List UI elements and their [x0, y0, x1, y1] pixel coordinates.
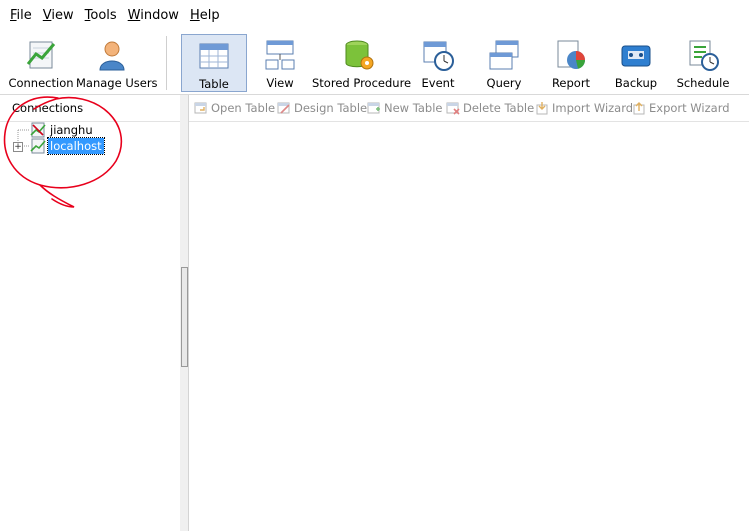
design-table-label: Design Table: [294, 101, 368, 115]
delete-table-button[interactable]: Delete Table: [446, 100, 534, 116]
object-list-area[interactable]: [189, 122, 749, 531]
export-wizard-button[interactable]: Export Wizard: [632, 100, 730, 116]
panel-splitter[interactable]: [180, 95, 189, 531]
event-clock-icon: [423, 41, 454, 71]
stored-procedure-label: Stored Procedure: [312, 76, 412, 90]
menu-tools[interactable]: Tools: [85, 0, 117, 32]
connection-icon: [30, 138, 46, 154]
table-icon: [199, 43, 229, 69]
connections-header: Connections: [0, 95, 180, 122]
database-gear-icon: [345, 40, 374, 70]
open-table-icon: [194, 102, 207, 114]
schedule-button[interactable]: Schedule: [674, 34, 732, 92]
export-wizard-label: Export Wizard: [649, 101, 730, 115]
backup-tape-icon: [621, 45, 651, 67]
main-toolbar: Connection Manage Users Table View Store…: [0, 32, 749, 95]
design-table-icon: [277, 102, 290, 114]
expand-toggle[interactable]: +: [13, 142, 23, 152]
schedule-label: Schedule: [676, 76, 730, 90]
splitter-handle[interactable]: [181, 267, 188, 367]
backup-label: Backup: [614, 76, 658, 90]
menu-file[interactable]: File: [10, 0, 32, 32]
delete-table-label: Delete Table: [463, 101, 535, 115]
event-label: Event: [421, 76, 455, 90]
manage-users-label: Manage Users: [76, 76, 158, 90]
manage-users-button[interactable]: Manage Users: [76, 34, 158, 92]
schedule-clock-icon: [689, 40, 719, 71]
view-button[interactable]: View: [250, 34, 310, 92]
import-icon: [536, 102, 548, 115]
table-button[interactable]: Table: [181, 34, 247, 92]
stored-procedure-button[interactable]: Stored Procedure: [312, 34, 412, 92]
menu-help[interactable]: Help: [190, 0, 220, 32]
user-icon: [99, 41, 125, 71]
export-icon: [633, 102, 645, 115]
query-button[interactable]: Query: [476, 34, 532, 92]
view-label: View: [266, 76, 294, 90]
report-button[interactable]: Report: [542, 34, 600, 92]
new-table-label: New Table: [384, 101, 443, 115]
delete-table-icon: [446, 102, 460, 115]
report-label: Report: [551, 76, 591, 90]
connection-label: Connection: [8, 76, 74, 90]
new-table-button[interactable]: New Table: [367, 100, 442, 116]
import-wizard-label: Import Wizard: [552, 101, 634, 115]
tree-item-localhost[interactable]: + localhost: [0, 137, 178, 155]
connection-icon: [26, 41, 56, 69]
menu-view[interactable]: View: [43, 0, 74, 32]
tree-item-label: localhost: [47, 137, 105, 155]
event-button[interactable]: Event: [410, 34, 466, 92]
tree-item-jianghu[interactable]: jianghu: [0, 122, 178, 138]
toolbar-divider: [166, 36, 167, 90]
report-chart-icon: [557, 40, 585, 69]
open-table-label: Open Table: [211, 101, 276, 115]
connection-broken-icon: [30, 122, 46, 138]
import-wizard-button[interactable]: Import Wizard: [535, 100, 633, 116]
design-table-button[interactable]: Design Table: [277, 100, 367, 116]
connections-panel: Connections jianghu + localhost: [0, 95, 181, 531]
new-table-icon: [367, 102, 380, 114]
open-table-button[interactable]: Open Table: [194, 100, 275, 116]
query-icon: [489, 40, 519, 70]
object-toolbar: Open Table Design Table New Table Delete…: [189, 95, 749, 122]
table-label: Table: [199, 77, 229, 91]
tree-item-label: jianghu: [50, 123, 93, 137]
query-label: Query: [486, 76, 522, 90]
menu-window[interactable]: Window: [128, 0, 179, 32]
connection-button[interactable]: Connection: [6, 34, 76, 92]
backup-button[interactable]: Backup: [606, 34, 666, 92]
view-icon: [265, 40, 295, 70]
menu-bar: File View Tools Window Help: [0, 0, 749, 32]
